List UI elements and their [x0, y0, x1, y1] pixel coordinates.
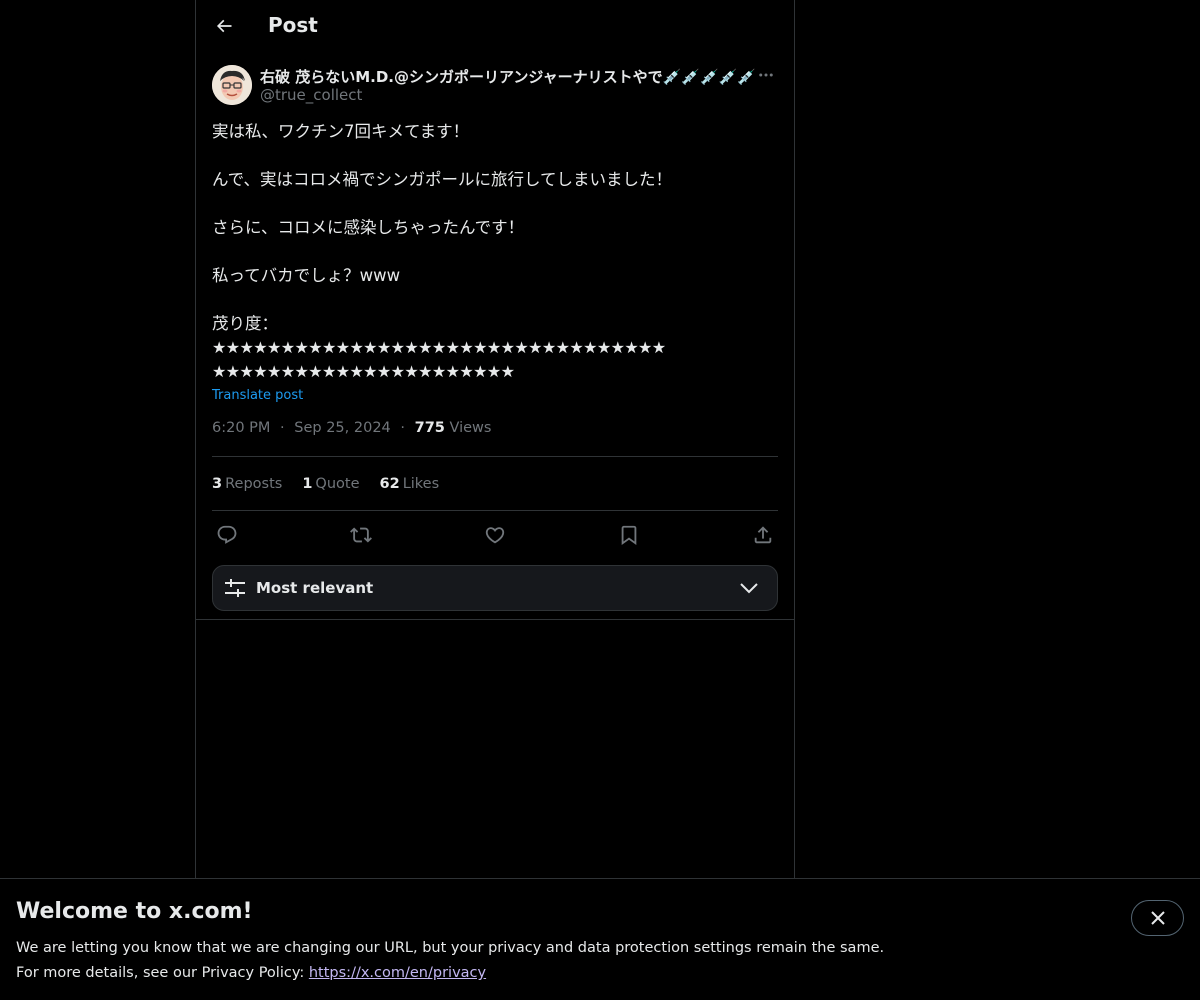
post-meta: 6:20 PM · Sep 25, 2024 · 775 Views	[212, 420, 778, 440]
post-text-line	[212, 144, 778, 168]
author-handle[interactable]: @true_collect	[260, 86, 362, 104]
post-text-line: さらに、コロメに感染しちゃったんです！	[212, 218, 525, 237]
more-horizontal-icon	[759, 73, 773, 77]
post-text-line: 実は私、ワクチン7回キメてます！	[212, 122, 470, 141]
welcome-banner: Welcome to x.com! We are letting you kno…	[0, 878, 1200, 1000]
reposts-label: Reposts	[225, 475, 283, 492]
stars-line: ★★★★★★★★★★★★★★★★★★★★★★	[212, 362, 515, 381]
close-icon	[1150, 911, 1165, 925]
privacy-policy-link[interactable]: https://x.com/en/privacy	[309, 965, 486, 981]
bookmark-button[interactable]	[618, 524, 640, 546]
likes-count: 62	[379, 475, 400, 492]
divider	[196, 619, 794, 620]
post-text-line: 茂り度：	[212, 314, 278, 333]
banner-line-prefix: For more details, see our Privacy Policy…	[16, 965, 309, 981]
post-text-line	[212, 192, 778, 216]
quote-count: 1	[302, 475, 313, 492]
like-button[interactable]	[484, 524, 506, 546]
like-icon	[485, 527, 505, 544]
sort-label: Most relevant	[256, 579, 374, 597]
main-column: Post 右破 茂らないM.D.@シンガポーリアンジャーナリストやで💉💉💉💉💉 …	[195, 0, 795, 880]
share-icon	[754, 526, 772, 544]
more-options-button[interactable]	[754, 64, 778, 86]
post-text: 実は私、ワクチン7回キメてます！ んで、実はコロメ禍でシンガポールに旅行してしま…	[212, 120, 778, 384]
banner-line: We are letting you know that we are chan…	[16, 940, 885, 956]
post-stats: 3 Reposts 1 Quote 62 Likes	[212, 457, 778, 510]
sliders-icon	[225, 579, 245, 597]
post-time[interactable]: 6:20 PM	[212, 420, 270, 436]
share-button[interactable]	[752, 524, 774, 546]
post-date[interactable]: Sep 25, 2024	[294, 420, 391, 436]
arrow-left-icon	[216, 19, 232, 33]
quote-label: Quote	[315, 475, 360, 492]
post-text-line	[212, 240, 778, 264]
reposts-stat[interactable]: 3 Reposts	[212, 476, 282, 492]
stars-line: ★★★★★★★★★★★★★★★★★★★★★★★★★★★★★★★★★	[212, 338, 666, 357]
post-text-line: 私ってバカでしょ？www	[212, 266, 401, 285]
post: 右破 茂らないM.D.@シンガポーリアンジャーナリストやで💉💉💉💉💉 @true…	[212, 64, 778, 611]
meta-separator: ·	[280, 420, 285, 436]
author-name[interactable]: 右破 茂らないM.D.@シンガポーリアンジャーナリストやで💉💉💉💉💉	[260, 66, 756, 87]
repost-icon	[350, 527, 372, 543]
translate-post-link[interactable]: Translate post	[212, 388, 303, 403]
header: Post	[196, 0, 794, 54]
quote-stat[interactable]: 1 Quote	[302, 476, 359, 492]
meta-separator: ·	[400, 420, 405, 436]
post-author: 右破 茂らないM.D.@シンガポーリアンジャーナリストやで💉💉💉💉💉 @true…	[212, 64, 778, 106]
avatar[interactable]	[212, 65, 252, 105]
reply-sort-dropdown[interactable]: Most relevant	[212, 565, 778, 611]
banner-text: We are letting you know that we are chan…	[16, 936, 884, 986]
back-button[interactable]	[206, 8, 242, 44]
avatar-image	[212, 65, 252, 105]
reply-button[interactable]	[216, 524, 238, 546]
repost-button[interactable]	[350, 524, 372, 546]
post-text-line	[212, 288, 778, 312]
reply-icon	[217, 525, 237, 544]
likes-stat[interactable]: 62 Likes	[380, 476, 440, 492]
views-label: Views	[449, 420, 492, 436]
bookmark-icon	[621, 525, 637, 546]
close-banner-button[interactable]	[1131, 900, 1184, 936]
post-text-line: んで、実はコロメ禍でシンガポールに旅行してしまいました！	[212, 170, 673, 189]
post-actions	[212, 511, 778, 559]
banner-title: Welcome to x.com!	[16, 899, 253, 924]
chevron-down-icon	[740, 583, 758, 594]
page-title: Post	[268, 13, 318, 37]
banner-line: For more details, see our Privacy Policy…	[16, 961, 884, 986]
reposts-count: 3	[212, 475, 223, 492]
likes-label: Likes	[402, 475, 440, 492]
views-count: 775	[414, 420, 445, 436]
